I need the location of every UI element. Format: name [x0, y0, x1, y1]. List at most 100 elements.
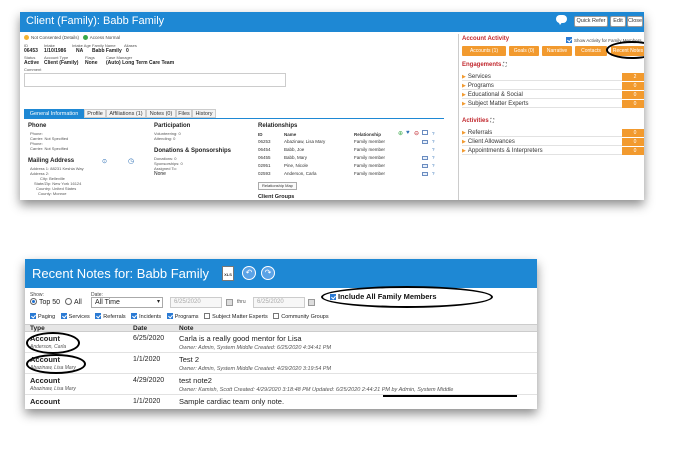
engagement-services[interactable]: ▶ Services 2 [462, 73, 644, 81]
back-icon[interactable]: ↶ [242, 266, 256, 280]
rel-name[interactable]: Anderson, Carla [284, 171, 317, 176]
date-from-input[interactable]: 6/25/2020 [170, 297, 222, 308]
mail-icon[interactable] [422, 164, 428, 168]
phone-title: Phone [28, 123, 47, 129]
filter-checkbox[interactable] [166, 313, 173, 319]
date-to-input[interactable]: 6/25/2020 [253, 297, 305, 308]
window-title: Client (Family): Babb Family [26, 15, 165, 27]
help-icon[interactable]: ? [432, 139, 435, 144]
note-row[interactable]: Account Abazinaw, Lisa Mary 1/1/2020 Tes… [25, 354, 537, 374]
filter-checkbox[interactable] [60, 313, 67, 319]
filter-label: Programs [174, 314, 199, 320]
rel-name[interactable]: Abazinaw, Lisa Mary [284, 139, 325, 144]
heart-icon[interactable]: ♥ [406, 130, 410, 136]
filter-incidents[interactable]: Incidents [131, 313, 162, 320]
tab-notes[interactable]: Notes (0) [146, 109, 176, 118]
type-filters: Paging Services Referrals Incidents Prog… [30, 313, 333, 320]
help-icon[interactable]: ? [432, 131, 435, 136]
filter-checkbox[interactable] [204, 313, 211, 319]
caret-right-icon: ▶ [462, 139, 466, 145]
filter-checkbox[interactable] [30, 313, 36, 319]
top50-radio[interactable] [30, 298, 37, 305]
activity-referrals[interactable]: ▶ Referrals 0 [462, 129, 644, 137]
all-radio[interactable] [64, 298, 72, 305]
mail-icon[interactable] [422, 172, 428, 176]
note-row[interactable]: Account 1/1/2020 Sample cardiac team onl… [25, 396, 537, 409]
tab-history[interactable]: History [192, 109, 216, 118]
mail-icon[interactable] [422, 156, 428, 160]
chat-icon[interactable] [556, 15, 567, 25]
expand-icon[interactable]: ⛶ [490, 118, 494, 124]
mailing-address-title: Mailing Address [28, 158, 75, 164]
filter-checkbox[interactable] [95, 313, 102, 319]
excel-export-icon[interactable]: XLS [222, 266, 234, 281]
tab-profile[interactable]: Profile [84, 109, 106, 118]
rel-type: Family member [354, 171, 386, 176]
engagement-subject-matter-experts[interactable]: ▶ Subject Matter Experts 0 [462, 100, 644, 108]
help-icon[interactable]: ? [432, 171, 435, 176]
show-family-activity-checkbox[interactable] [566, 37, 572, 43]
forward-icon[interactable]: ↷ [261, 266, 275, 280]
caret-right-icon: ▶ [462, 92, 466, 98]
filter-checkbox[interactable] [131, 313, 138, 319]
rel-name[interactable]: Babb, Mary [284, 155, 307, 160]
clock-icon[interactable]: ◷ [128, 157, 134, 165]
consent-status[interactable]: Not Consented (Details) [31, 35, 79, 40]
engagement-label: Educational & Social [467, 92, 523, 98]
activity-client-allowances[interactable]: ▶ Client Allowances 0 [462, 138, 644, 146]
relationship-map-button[interactable]: Relationship Map [258, 182, 297, 190]
activity-appointments-interpreters[interactable]: ▶ Appointments & Interpreters 0 [462, 147, 644, 155]
tab-divider [24, 118, 444, 119]
narrative-button[interactable]: Narrative [542, 46, 572, 56]
filter-referrals[interactable]: Referrals [95, 313, 126, 320]
engagement-programs[interactable]: ▶ Programs 0 [462, 82, 644, 90]
intake-age: NA [76, 48, 84, 54]
note-row[interactable]: Account Abazinaw, Lisa Mary 4/29/2020 te… [25, 375, 537, 395]
all-label: All [73, 299, 82, 306]
map-pin-icon[interactable]: ⊙ [102, 158, 107, 165]
filter-programs[interactable]: Programs [166, 313, 199, 320]
rel-name[interactable]: Pine, Nicole [284, 163, 308, 168]
calendar-icon[interactable] [308, 299, 315, 306]
help-icon[interactable]: ? [432, 155, 435, 160]
edit-button[interactable]: Edit [610, 16, 626, 27]
date-range-select[interactable]: All Time [91, 297, 163, 308]
mail-icon[interactable] [422, 140, 428, 144]
help-icon[interactable]: ? [432, 147, 435, 152]
contacts-button[interactable]: Contacts [575, 46, 607, 56]
activities-label: Activities [462, 118, 489, 124]
accounts-button[interactable]: Accounts (1) [462, 46, 506, 56]
filter-paging[interactable]: Paging [30, 313, 55, 320]
expand-icon[interactable]: ⛶ [503, 62, 507, 68]
activity-count: 0 [622, 138, 644, 146]
filter-services[interactable]: Services [60, 313, 90, 320]
note-row[interactable]: Account Anderson, Carla 6/25/2020 Carla … [25, 333, 537, 353]
rel-name[interactable]: Babb, Joe [284, 147, 304, 152]
comment-field[interactable] [24, 73, 286, 87]
close-button[interactable]: Close [627, 16, 643, 27]
tab-affiliations[interactable]: Affiliations (1) [106, 109, 146, 118]
add-icon[interactable]: ⊕ [398, 130, 403, 137]
filter-label: Incidents [139, 314, 162, 320]
filter-subject-matter-experts[interactable]: Subject Matter Experts [204, 313, 268, 320]
engagement-educational-social[interactable]: ▶ Educational & Social 0 [462, 91, 644, 99]
col-type[interactable]: Type [30, 325, 45, 332]
filter-community-groups[interactable]: Community Groups [273, 313, 329, 320]
mail-icon[interactable] [422, 130, 428, 135]
help-icon[interactable]: ? [432, 163, 435, 168]
recent-notes-window: Recent Notes for: Babb Family XLS ↶ ↷ Sh… [25, 259, 537, 409]
rel-id: 06455 [258, 155, 271, 160]
goals-button[interactable]: Goals (0) [509, 46, 539, 56]
col-date[interactable]: Date [133, 325, 147, 332]
rel-type: Family member [354, 163, 386, 168]
tab-general-information[interactable]: General Information [24, 109, 84, 118]
tab-files[interactable]: Files [176, 109, 192, 118]
remove-icon[interactable]: ⊖ [414, 130, 419, 137]
engagements-label: Engagements [462, 62, 502, 68]
col-note[interactable]: Note [179, 325, 193, 332]
account-activity-title: Account Activity [462, 36, 510, 42]
quick-refer-button[interactable]: Quick Refer [574, 16, 608, 27]
flags-value: None [85, 60, 98, 66]
calendar-icon[interactable] [226, 299, 233, 306]
filter-checkbox[interactable] [273, 313, 280, 319]
